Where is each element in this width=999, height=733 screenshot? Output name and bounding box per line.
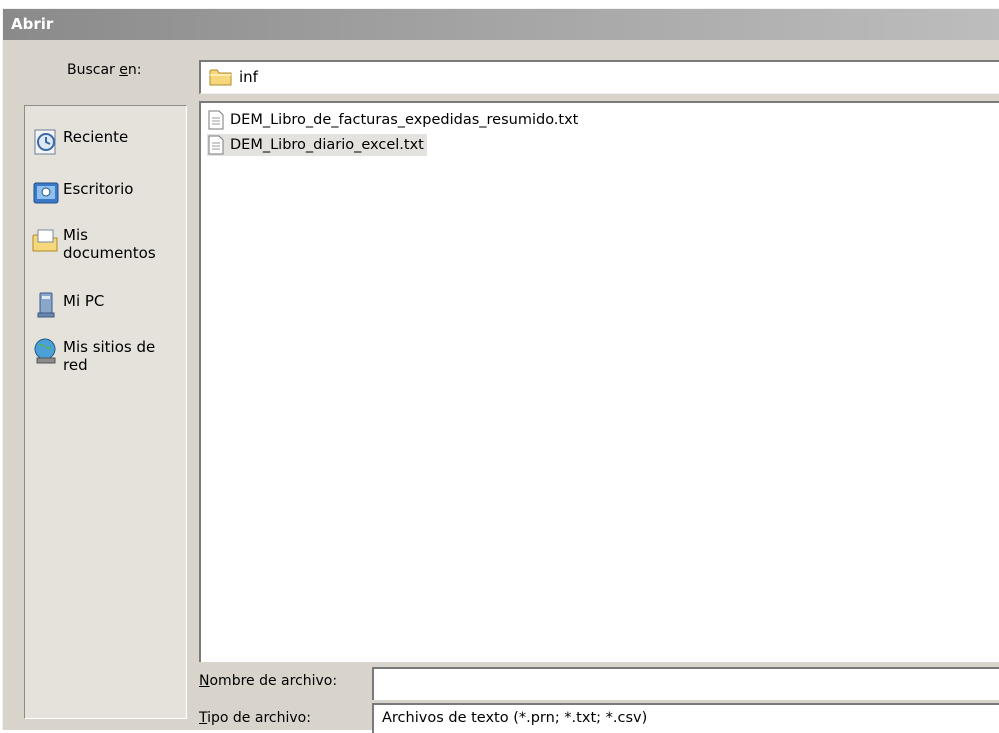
look-in-label: Buscar en: — [67, 62, 142, 78]
dialog-title: Abrir — [11, 15, 54, 33]
place-label: Mis documentos — [63, 226, 156, 262]
file-name: DEM_Libro_de_facturas_expedidas_resumido… — [230, 112, 579, 128]
place-label: Mis sitios de red — [63, 338, 156, 374]
recent-documents-icon — [31, 126, 61, 156]
place-recent[interactable]: Reciente — [31, 126, 181, 156]
file-name: DEM_Libro_diario_excel.txt — [230, 137, 424, 153]
places-bar: Reciente Escritorio Mis documentos Mi PC… — [24, 105, 187, 719]
text-file-icon — [207, 135, 225, 155]
place-my-documents[interactable]: Mis documentos — [31, 224, 181, 262]
filename-input[interactable] — [372, 667, 999, 700]
look-in-dropdown[interactable]: inf — [199, 60, 999, 94]
place-label: Mi PC — [63, 292, 105, 310]
place-network[interactable]: Mis sitios de red — [31, 336, 181, 374]
my-computer-icon — [31, 290, 61, 320]
filename-label: Nombre de archivo: — [199, 673, 338, 689]
place-label: Escritorio — [63, 180, 134, 198]
place-my-computer[interactable]: Mi PC — [31, 290, 181, 320]
filetype-value: Archivos de texto (*.prn; *.txt; *.csv) — [382, 710, 648, 726]
open-dialog: Abrir Buscar en: inf Reciente Escritorio… — [2, 8, 999, 733]
text-file-icon — [207, 110, 225, 130]
list-item[interactable]: DEM_Libro_diario_excel.txt — [207, 134, 427, 156]
desktop-icon — [31, 178, 61, 208]
my-documents-icon — [31, 224, 61, 254]
place-desktop[interactable]: Escritorio — [31, 178, 181, 208]
current-folder: inf — [239, 68, 258, 86]
folder-icon — [209, 67, 233, 91]
list-item[interactable]: DEM_Libro_de_facturas_expedidas_resumido… — [207, 109, 581, 131]
file-list[interactable]: DEM_Libro_de_facturas_expedidas_resumido… — [199, 101, 999, 662]
title-bar[interactable]: Abrir — [3, 9, 999, 40]
filetype-label: Tipo de archivo: — [199, 710, 311, 726]
network-places-icon — [31, 336, 61, 366]
place-label: Reciente — [63, 128, 129, 146]
